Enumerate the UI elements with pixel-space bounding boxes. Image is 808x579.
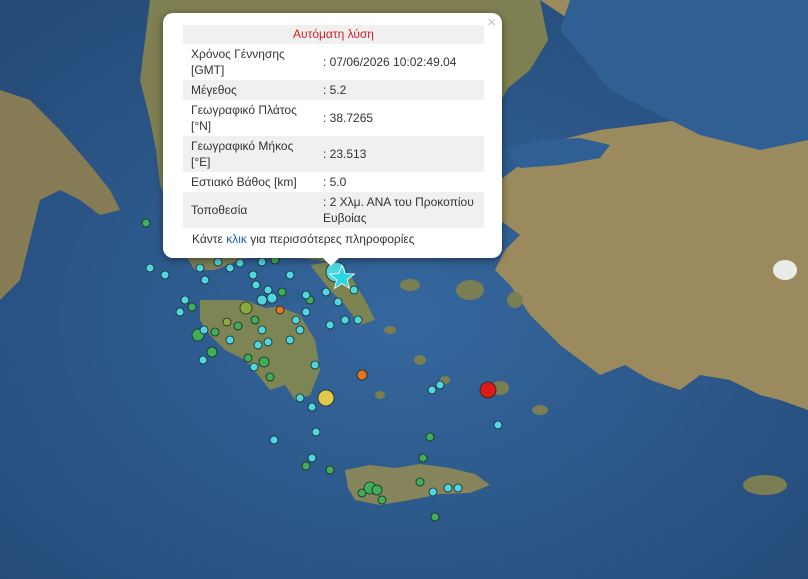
earthquake-marker[interactable] [307,453,317,463]
earthquake-marker[interactable] [310,360,320,370]
earthquake-marker[interactable] [199,325,209,335]
popup-header: Αυτόματη λύση [183,25,484,44]
info-value: : 5.0 [323,175,347,189]
more-info-suffix: για περισσότερες πληροφορίες [250,232,415,246]
earthquake-marker[interactable] [258,356,270,368]
earthquake-marker[interactable] [430,512,440,522]
earthquake-marker[interactable] [349,285,359,295]
earthquake-marker[interactable] [301,290,311,300]
earthquake-marker[interactable] [195,263,205,273]
snow-patch [773,260,797,280]
info-row-depth: Εστιακό Βάθος [km] : 5.0 [183,172,484,192]
earthquake-marker[interactable] [225,263,235,273]
earthquake-marker[interactable] [233,321,243,331]
earthquake-marker[interactable] [210,327,220,337]
more-info-link[interactable]: κλικ [226,232,247,246]
earthquake-marker[interactable] [243,353,253,363]
earthquake-marker[interactable] [275,305,285,315]
earthquake-marker[interactable] [418,453,428,463]
info-label: Εστιακό Βάθος [km] [191,175,297,189]
info-row-latitude: Γεωγραφικό Πλάτος [°N] : 38.7265 [183,100,484,136]
popup-body: Αυτόματη λύση Χρόνος Γέννησης [GMT] : 07… [183,25,484,250]
earthquake-marker[interactable] [248,270,258,280]
earthquake-marker[interactable] [145,263,155,273]
earthquake-marker[interactable] [295,393,305,403]
earthquake-marker[interactable] [285,270,295,280]
earthquake-marker[interactable] [175,307,185,317]
earthquake-marker[interactable] [428,487,438,497]
info-row-longitude: Γεωγραφικό Μήκος [°E] : 23.513 [183,136,484,172]
earthquake-marker[interactable] [371,484,383,496]
info-label: Μέγεθος [183,80,315,100]
earthquake-marker[interactable] [301,307,311,317]
earthquake-marker[interactable] [257,257,267,267]
earthquake-marker[interactable] [317,389,335,407]
info-label: Γεωγραφικό Μήκος [°E] [183,136,315,172]
info-value: : 07/06/2026 10:02:49.04 [323,55,457,69]
earthquake-marker[interactable] [333,297,343,307]
popup-pointer [323,258,339,266]
earthquake-marker[interactable] [325,465,335,475]
earthquake-marker[interactable] [269,435,279,445]
info-value: : 23.513 [315,136,484,172]
earthquake-marker[interactable] [356,369,368,381]
info-value: : 5.2 [315,80,484,100]
earthquake-marker[interactable] [249,362,259,372]
earthquake-marker[interactable] [251,280,261,290]
info-value: : 38.7265 [323,111,374,125]
earthquake-marker[interactable] [377,495,387,505]
earthquake-marker[interactable] [427,385,437,395]
earthquake-marker[interactable] [435,380,445,390]
earthquake-marker[interactable] [453,483,463,493]
earthquake-marker[interactable] [301,461,311,471]
info-label: Γεωγραφικό Πλάτος [°N] [191,103,297,133]
earthquake-marker[interactable] [206,346,218,358]
earthquake-marker[interactable] [213,257,223,267]
earthquake-marker[interactable] [239,301,253,315]
earthquake-marker[interactable] [285,335,295,345]
earthquake-marker[interactable] [353,315,363,325]
earthquake-marker[interactable] [263,337,273,347]
info-row-magnitude: Μέγεθος : 5.2 [183,80,484,100]
earthquake-marker[interactable] [141,218,151,228]
earthquake-marker[interactable] [291,315,301,325]
earthquake-marker[interactable] [160,270,170,280]
earthquake-marker[interactable] [198,355,208,365]
earthquake-marker[interactable] [187,302,197,312]
close-icon[interactable]: × [487,14,496,32]
info-row-time: Χρόνος Γέννησης [GMT] : 07/06/2026 10:02… [183,44,484,80]
earthquake-marker[interactable] [222,317,232,327]
earthquake-marker[interactable] [325,320,335,330]
earthquake-marker[interactable] [295,325,305,335]
earthquake-marker[interactable] [180,295,190,305]
earthquake-marker[interactable] [266,292,278,304]
earthquake-popup: × Αυτόματη λύση Χρόνος Γέννησης [GMT] : … [163,13,502,266]
earthquake-marker[interactable] [415,477,425,487]
more-info: Κάντε κλικ για περισσότερες πληροφορίες [183,228,484,250]
earthquake-marker[interactable] [307,402,317,412]
earthquake-marker[interactable] [425,432,435,442]
info-row-location: Τοποθεσία : 2 Χλμ. ΑΝΑ του Προκοπίου Ευβ… [183,192,484,228]
earthquake-marker[interactable] [225,335,235,345]
earthquake-marker[interactable] [443,483,453,493]
earthquake-marker[interactable] [256,294,268,306]
earthquake-marker[interactable] [277,287,287,297]
earthquake-marker[interactable] [200,275,210,285]
earthquake-marker[interactable] [479,381,497,399]
info-label: Τοποθεσία [183,192,315,228]
earthquake-marker[interactable] [250,315,260,325]
info-value: : 2 Χλμ. ΑΝΑ του Προκοπίου Ευβοίας [315,192,484,228]
earthquake-marker[interactable] [265,372,275,382]
earthquake-marker[interactable] [253,340,263,350]
earthquake-marker[interactable] [311,427,321,437]
info-label: Χρόνος Γέννησης [GMT] [191,47,285,77]
earthquake-info-table: Χρόνος Γέννησης [GMT] : 07/06/2026 10:02… [183,44,484,228]
earthquake-marker[interactable] [235,258,245,268]
earthquake-marker[interactable] [257,325,267,335]
more-info-prefix: Κάντε [192,232,223,246]
earthquake-marker[interactable] [340,315,350,325]
earthquake-marker[interactable] [493,420,503,430]
earthquake-marker[interactable] [321,287,331,297]
